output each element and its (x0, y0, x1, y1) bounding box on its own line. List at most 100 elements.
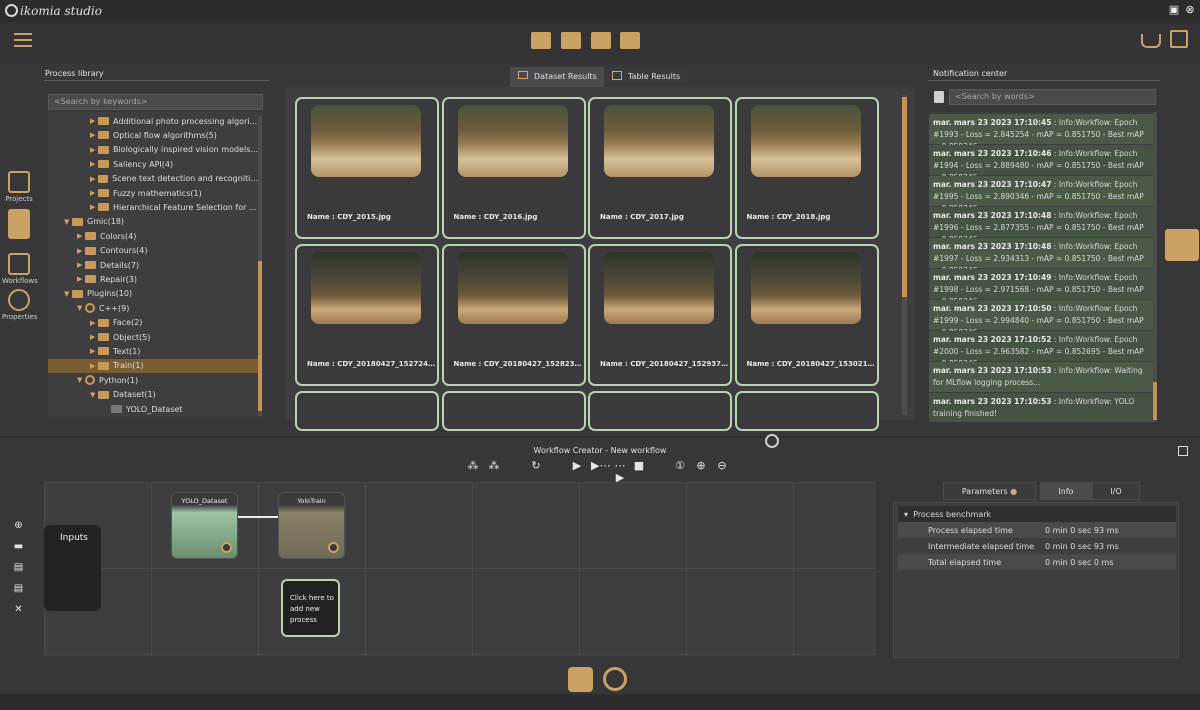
result-card[interactable] (295, 391, 439, 431)
chevron-right-icon[interactable]: ▶ (90, 203, 98, 211)
run-from-icon[interactable]: ⋯▶ (612, 460, 628, 484)
close-window-icon[interactable]: ⊗ (1184, 4, 1196, 16)
tree-item[interactable]: ▼ Python(1) (48, 373, 258, 387)
rail-workflows[interactable]: Workflows (2, 253, 38, 285)
add-workflow-icon[interactable]: ⊕ (12, 520, 25, 531)
tree-item[interactable]: ▶ Biologically inspired vision models... (48, 143, 258, 157)
zoom-reset-icon[interactable]: ① (674, 460, 686, 472)
chevron-right-icon[interactable]: ▶ (90, 117, 98, 125)
tree-item[interactable]: ▶ Colors(4) (48, 229, 258, 243)
chevron-right-icon[interactable]: ▶ (77, 247, 85, 255)
result-card[interactable] (441, 391, 586, 431)
zoom-in-icon[interactable]: ⊕ (695, 460, 707, 472)
clear-trash-icon[interactable] (934, 91, 944, 103)
close-workflow-icon[interactable]: ✕ (12, 604, 25, 615)
tree-item[interactable]: ▶ Saliency API(4) (48, 157, 258, 171)
tree-item[interactable]: ▶ Contours(4) (48, 244, 258, 258)
chevron-down-icon[interactable]: ▼ (90, 391, 98, 399)
chevron-right-icon[interactable]: ▶ (90, 189, 98, 197)
yolo-dataset-node[interactable]: YOLO_Dataset (171, 492, 238, 559)
library-scrollbar[interactable] (258, 116, 262, 416)
yolotrain-node[interactable]: YoloTrain (278, 492, 345, 559)
result-card[interactable]: Name : CDY_20180427_153021423... (734, 244, 879, 386)
horizontal-splitter[interactable] (0, 436, 1200, 438)
notification-scrollbar[interactable] (1153, 112, 1157, 422)
result-card[interactable] (734, 391, 879, 431)
module-mode-icon[interactable] (603, 667, 627, 691)
mail-icon[interactable] (1165, 229, 1199, 261)
library-search-input[interactable]: <Search by keywords> (48, 94, 263, 110)
run-to-icon[interactable]: ▶⋯ (591, 460, 610, 472)
chevron-right-icon[interactable]: ▶ (90, 319, 98, 327)
chevron-down-icon[interactable]: ▼ (77, 304, 85, 312)
tree-item[interactable]: ▶ Fuzzy mathematics(1) (48, 186, 258, 200)
tab-parameters[interactable]: Parameters ● (943, 482, 1036, 500)
result-card[interactable]: Name : CDY_2016.jpg (441, 97, 586, 239)
tree-item[interactable]: ▶ Optical flow algorithms(5) (48, 128, 258, 142)
arrange-right-icon[interactable]: ⁂ (488, 460, 500, 472)
rail-projects[interactable]: Projects (2, 171, 36, 203)
tree-item[interactable]: ▶ Face(2) (48, 316, 258, 330)
inputs-node[interactable]: Inputs (44, 525, 101, 611)
video-view-icon[interactable] (591, 32, 611, 49)
stop-icon[interactable]: ■ (633, 460, 645, 472)
refresh-icon[interactable]: ↻ (530, 460, 542, 472)
chevron-right-icon[interactable]: ▶ (77, 232, 85, 240)
image-view-icon[interactable] (561, 32, 581, 49)
save-icon[interactable]: ▤ (12, 562, 25, 573)
chevron-right-icon[interactable]: ▶ (90, 175, 98, 183)
camera-icon[interactable] (620, 32, 640, 49)
tree-item[interactable]: ▶ Details(7) (48, 258, 258, 272)
expand-icon[interactable] (1178, 446, 1188, 456)
tree-item[interactable]: ▼ Plugins(10) (48, 287, 258, 301)
open-folder-icon[interactable]: ▬ (12, 541, 25, 552)
result-card[interactable]: Name : CDY_20180427_152724818... (295, 244, 439, 386)
tree-item[interactable]: ▼ Gmic(18) (48, 215, 258, 229)
chevron-right-icon[interactable]: ▶ (90, 160, 98, 168)
chevron-right-icon[interactable]: ▶ (90, 131, 98, 139)
user-account-icon[interactable] (1170, 30, 1188, 48)
workflow-mode-icon[interactable] (568, 667, 593, 692)
rail-database[interactable] (2, 209, 36, 241)
chevron-down-icon[interactable]: ▼ (77, 376, 85, 384)
tree-item[interactable]: YOLO_Dataset (48, 402, 258, 416)
arrange-left-icon[interactable]: ⁂ (467, 460, 479, 472)
chevron-down-icon[interactable]: ▼ (64, 290, 72, 298)
maximize-icon[interactable]: ▣ (1168, 4, 1180, 16)
chevron-right-icon[interactable]: ▶ (90, 146, 98, 154)
chevron-right-icon[interactable]: ▶ (90, 347, 98, 355)
rail-properties[interactable]: Properties (2, 289, 37, 321)
store-basket-icon[interactable] (1141, 34, 1161, 48)
tree-item[interactable]: ▶ Scene text detection and recogniti... (48, 172, 258, 186)
chevron-right-icon[interactable]: ▶ (77, 275, 85, 283)
results-scrollbar[interactable] (902, 95, 907, 415)
workflow-tool-icon[interactable] (531, 32, 551, 49)
run-icon[interactable]: ▶ (571, 460, 583, 472)
menu-icon[interactable] (14, 33, 32, 47)
chevron-right-icon[interactable]: ▶ (77, 261, 85, 269)
chevron-right-icon[interactable]: ▶ (90, 333, 98, 341)
tree-item[interactable]: ▼ C++(9) (48, 301, 258, 315)
tree-item[interactable]: ▶ Repair(3) (48, 272, 258, 286)
tree-item[interactable]: ▶ Additional photo processing algori... (48, 114, 258, 128)
result-card[interactable]: Name : CDY_2017.jpg (588, 97, 732, 239)
result-card[interactable] (588, 391, 732, 431)
add-process-node[interactable]: Click here to add new process (281, 579, 340, 637)
tree-item[interactable]: ▶ Train(1) (48, 358, 258, 373)
tree-item[interactable]: ▼ Dataset(1) (48, 388, 258, 402)
save-as-icon[interactable]: ▤ (12, 583, 25, 594)
result-card[interactable]: Name : CDY_20180427_152937457... (588, 244, 732, 386)
chevron-down-icon[interactable]: ▼ (64, 218, 72, 226)
tree-item[interactable]: ▶ Text(1) (48, 344, 258, 358)
tree-item[interactable]: ▶ Hierarchical Feature Selection for ... (48, 200, 258, 214)
result-card[interactable]: Name : CDY_2015.jpg (295, 97, 439, 239)
chevron-right-icon[interactable]: ▶ (90, 362, 98, 370)
tab-io[interactable]: I/O (1092, 482, 1140, 500)
result-card[interactable]: Name : CDY_20180427_152823835... (441, 244, 586, 386)
move-icon[interactable] (765, 434, 779, 448)
tree-item[interactable]: ▶ Object(5) (48, 330, 258, 344)
result-card[interactable]: Name : CDY_2018.jpg (734, 97, 879, 239)
notification-search-input[interactable]: <Search by words> (949, 89, 1156, 105)
zoom-out-icon[interactable]: ⊖ (716, 460, 728, 472)
tab-info[interactable]: Info (1040, 482, 1092, 500)
